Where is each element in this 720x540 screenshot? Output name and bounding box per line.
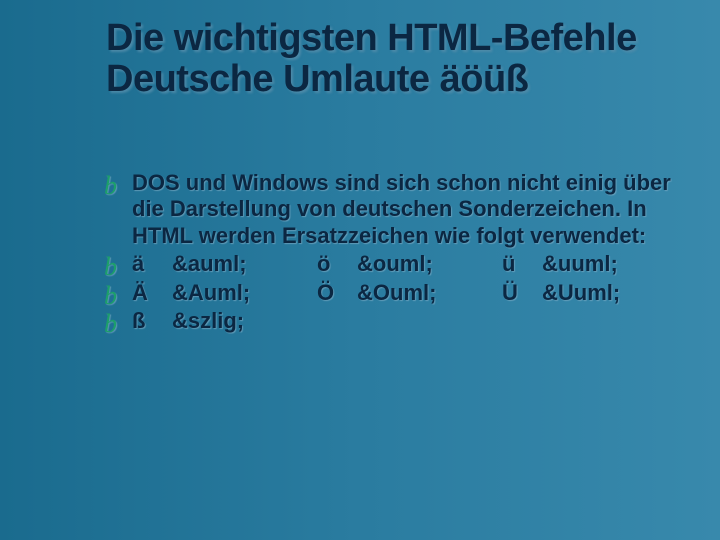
slide: Die wichtigsten HTML-Befehle Deutsche Um… xyxy=(0,0,720,334)
bullet-icon: b xyxy=(104,170,117,201)
list-item: b Ä &Auml; Ö &Ouml; Ü &Uuml; xyxy=(132,280,680,306)
slide-title: Die wichtigsten HTML-Befehle Deutsche Um… xyxy=(106,18,680,100)
bullet-icon: b xyxy=(104,280,117,311)
code: &auml; xyxy=(172,251,317,277)
intro-paragraph: DOS und Windows sind sich schon nicht ei… xyxy=(132,170,671,248)
bullet-icon: b xyxy=(104,251,117,282)
char: Ü xyxy=(502,280,542,306)
code: &ouml; xyxy=(357,251,502,277)
umlaut-row: ß &szlig; xyxy=(132,308,680,334)
list-item: b DOS und Windows sind sich schon nicht … xyxy=(132,170,680,249)
umlaut-row: ä &auml; ö &ouml; ü &uuml; xyxy=(132,251,680,277)
list-item: b ä &auml; ö &ouml; ü &uuml; xyxy=(132,251,680,277)
code: &szlig; xyxy=(172,308,317,334)
bullet-icon: b xyxy=(104,308,117,339)
char: ß xyxy=(132,308,172,334)
code: &Ouml; xyxy=(357,280,502,306)
code: &Auml; xyxy=(172,280,317,306)
title-line-2: Deutsche Umlaute äöüß xyxy=(106,58,528,100)
code: &Uuml; xyxy=(542,280,680,306)
title-line-1: Die wichtigsten HTML-Befehle xyxy=(106,17,637,59)
list-item: b ß &szlig; xyxy=(132,308,680,334)
char: ä xyxy=(132,251,172,277)
char: Ö xyxy=(317,280,357,306)
char: Ä xyxy=(132,280,172,306)
bullet-list: b DOS und Windows sind sich schon nicht … xyxy=(106,170,680,334)
code: &uuml; xyxy=(542,251,680,277)
umlaut-row: Ä &Auml; Ö &Ouml; Ü &Uuml; xyxy=(132,280,680,306)
char: ö xyxy=(317,251,357,277)
char: ü xyxy=(502,251,542,277)
